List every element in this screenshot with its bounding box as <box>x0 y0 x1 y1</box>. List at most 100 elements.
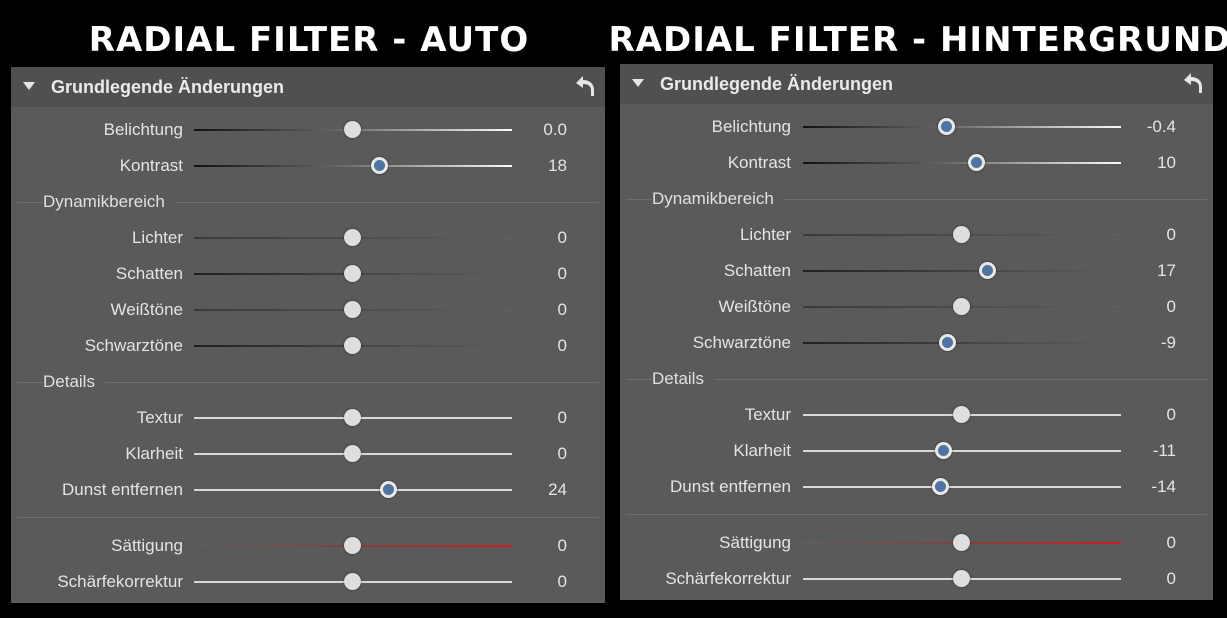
slider-lichter[interactable]: Lichter 0 <box>11 223 605 253</box>
slider-track[interactable] <box>803 450 1121 452</box>
slider-track[interactable] <box>803 342 1121 344</box>
slider-value[interactable]: 24 <box>514 475 567 505</box>
slider-value[interactable]: 0.0 <box>514 115 567 145</box>
slider-value[interactable]: 0 <box>1123 528 1176 558</box>
heading-radial-filter-auto: RADIAL FILTER - AUTO <box>88 20 530 60</box>
reset-arrow-icon[interactable] <box>573 74 597 98</box>
slider-track[interactable] <box>803 270 1121 272</box>
slider-value[interactable]: 0 <box>1123 400 1176 430</box>
slider-thumb[interactable] <box>938 118 955 135</box>
slider-value[interactable]: 0 <box>514 223 567 253</box>
slider-value[interactable]: 18 <box>514 151 567 181</box>
slider-schatten[interactable]: Schatten 17 <box>620 256 1213 286</box>
slider-value[interactable]: 0 <box>1123 292 1176 322</box>
slider-thumb[interactable] <box>953 534 970 551</box>
slider-value[interactable]: 0 <box>514 403 567 433</box>
slider-saettigung[interactable]: Sättigung 0 <box>620 528 1213 558</box>
slider-value[interactable]: 10 <box>1123 148 1176 178</box>
slider-value[interactable]: 0 <box>514 567 567 597</box>
slider-label: Kontrast <box>119 156 183 175</box>
slider-thumb[interactable] <box>344 409 361 426</box>
slider-thumb[interactable] <box>939 334 956 351</box>
slider-thumb[interactable] <box>953 570 970 587</box>
slider-value[interactable]: -0.4 <box>1123 112 1176 142</box>
slider-belichtung[interactable]: Belichtung 0.0 <box>11 115 605 145</box>
slider-kontrast[interactable]: Kontrast 18 <box>11 151 605 181</box>
section-label: Details <box>652 364 714 394</box>
section-dynamikbereich: Dynamikbereich <box>620 184 1213 214</box>
slider-schaerfekorrektur[interactable]: Schärfekorrektur 0 <box>11 567 605 597</box>
triangle-down-icon[interactable] <box>632 79 644 87</box>
slider-value[interactable]: 0 <box>514 531 567 561</box>
slider-thumb[interactable] <box>953 406 970 423</box>
slider-thumb[interactable] <box>344 537 361 554</box>
slider-thumb[interactable] <box>371 157 388 174</box>
slider-saettigung[interactable]: Sättigung 0 <box>11 531 605 561</box>
slider-thumb[interactable] <box>953 226 970 243</box>
heading-radial-filter-hintergrund: RADIAL FILTER - HINTERGRUND <box>608 20 1227 60</box>
slider-thumb[interactable] <box>968 154 985 171</box>
slider-schwarztoene[interactable]: Schwarztöne 0 <box>11 331 605 361</box>
slider-value[interactable]: 0 <box>514 439 567 469</box>
section-details: Details <box>620 364 1213 394</box>
triangle-down-icon[interactable] <box>23 82 35 90</box>
slider-label: Sättigung <box>111 536 183 555</box>
slider-thumb[interactable] <box>344 301 361 318</box>
slider-label: Lichter <box>131 228 183 247</box>
slider-thumb[interactable] <box>344 445 361 462</box>
slider-label: Belichtung <box>103 120 183 139</box>
slider-thumb[interactable] <box>979 262 996 279</box>
slider-label: Sättigung <box>719 533 791 552</box>
slider-value[interactable]: 0 <box>514 259 567 289</box>
slider-value[interactable]: -14 <box>1123 472 1176 502</box>
slider-value[interactable]: 0 <box>514 331 567 361</box>
slider-value[interactable]: -11 <box>1123 436 1176 466</box>
slider-thumb[interactable] <box>932 478 949 495</box>
slider-track[interactable] <box>803 126 1121 128</box>
slider-thumb[interactable] <box>935 442 952 459</box>
slider-schatten[interactable]: Schatten 0 <box>11 259 605 289</box>
slider-thumb[interactable] <box>380 481 397 498</box>
slider-track[interactable] <box>194 165 512 167</box>
slider-label: Textur <box>744 405 791 424</box>
slider-value[interactable]: 0 <box>1123 220 1176 250</box>
section-label: Details <box>43 367 105 397</box>
slider-thumb[interactable] <box>344 337 361 354</box>
slider-label: Schatten <box>723 261 791 280</box>
slider-dunst-entfernen[interactable]: Dunst entfernen 24 <box>11 475 605 505</box>
slider-thumb[interactable] <box>344 265 361 282</box>
slider-track[interactable] <box>803 486 1121 488</box>
panel-header[interactable]: Grundlegende Änderungen <box>620 64 1213 104</box>
slider-thumb[interactable] <box>344 121 361 138</box>
slider-value[interactable]: 17 <box>1123 256 1176 286</box>
slider-label: Kontrast <box>727 153 791 172</box>
slider-value[interactable]: -9 <box>1123 328 1176 358</box>
slider-schwarztoene[interactable]: Schwarztöne -9 <box>620 328 1213 358</box>
slider-dunst-entfernen[interactable]: Dunst entfernen -14 <box>620 472 1213 502</box>
slider-klarheit[interactable]: Klarheit -11 <box>620 436 1213 466</box>
slider-thumb[interactable] <box>344 573 361 590</box>
slider-label: Weißtöne <box>718 297 791 316</box>
slider-lichter[interactable]: Lichter 0 <box>620 220 1213 250</box>
slider-label: Dunst entfernen <box>62 480 183 499</box>
slider-belichtung[interactable]: Belichtung -0.4 <box>620 112 1213 142</box>
slider-thumb[interactable] <box>953 298 970 315</box>
slider-value[interactable]: 0 <box>1123 564 1176 594</box>
reset-arrow-icon[interactable] <box>1181 71 1205 95</box>
slider-track[interactable] <box>194 489 512 491</box>
slider-textur[interactable]: Textur 0 <box>11 403 605 433</box>
slider-value[interactable]: 0 <box>514 295 567 325</box>
slider-thumb[interactable] <box>344 229 361 246</box>
slider-label: Schärfekorrektur <box>665 569 791 588</box>
slider-track[interactable] <box>803 162 1121 164</box>
slider-weisstoene[interactable]: Weißtöne 0 <box>11 295 605 325</box>
panel-header[interactable]: Grundlegende Änderungen <box>11 67 605 107</box>
slider-weisstoene[interactable]: Weißtöne 0 <box>620 292 1213 322</box>
slider-label: Belichtung <box>711 117 791 136</box>
slider-textur[interactable]: Textur 0 <box>620 400 1213 430</box>
slider-label: Textur <box>136 408 183 427</box>
slider-kontrast[interactable]: Kontrast 10 <box>620 148 1213 178</box>
section-divider <box>17 517 599 518</box>
slider-klarheit[interactable]: Klarheit 0 <box>11 439 605 469</box>
slider-schaerfekorrektur[interactable]: Schärfekorrektur 0 <box>620 564 1213 594</box>
